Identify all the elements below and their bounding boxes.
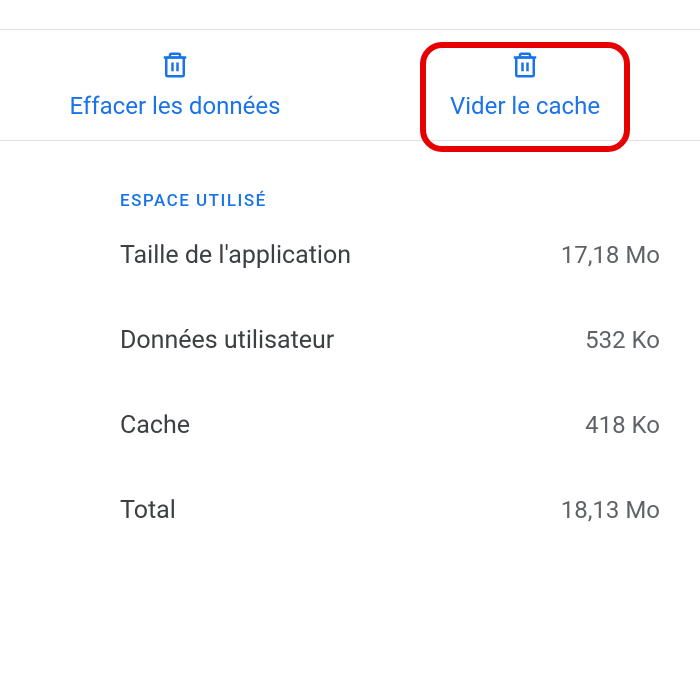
top-spacer: [0, 0, 700, 30]
clear-cache-button[interactable]: Vider le cache: [350, 50, 700, 120]
section-header: ESPACE UTILISÉ: [120, 191, 660, 211]
row-label-app-size: Taille de l'application: [120, 241, 351, 270]
clear-data-button[interactable]: Effacer les données: [0, 50, 350, 120]
row-value-user-data: 532 Ko: [585, 326, 660, 354]
trash-icon: [160, 50, 190, 80]
trash-icon: [510, 50, 540, 80]
row-value-cache: 418 Ko: [585, 411, 660, 439]
storage-row: Taille de l'application 17,18 Mo: [120, 241, 660, 270]
storage-section: ESPACE UTILISÉ Taille de l'application 1…: [0, 141, 700, 525]
clear-cache-label: Vider le cache: [450, 92, 600, 120]
row-label-total: Total: [120, 496, 176, 525]
storage-row: Données utilisateur 532 Ko: [120, 326, 660, 355]
row-value-total: 18,13 Mo: [561, 496, 660, 524]
storage-row: Total 18,13 Mo: [120, 496, 660, 525]
storage-row: Cache 418 Ko: [120, 411, 660, 440]
row-label-cache: Cache: [120, 411, 190, 440]
row-label-user-data: Données utilisateur: [120, 326, 334, 355]
clear-data-label: Effacer les données: [69, 92, 280, 120]
actions-bar: Effacer les données Vider le cache: [0, 30, 700, 141]
row-value-app-size: 17,18 Mo: [561, 241, 660, 269]
